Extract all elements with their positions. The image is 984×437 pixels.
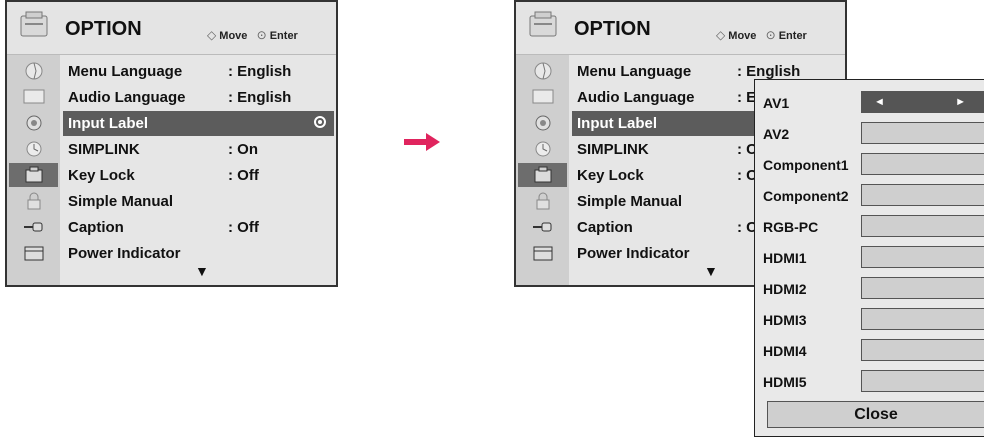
right-arrow-icon[interactable]: ► — [955, 96, 966, 108]
picture-icon[interactable] — [9, 85, 58, 109]
option-icon[interactable] — [9, 163, 58, 187]
menu-items: Menu Language: English Audio Language: E… — [63, 55, 334, 285]
label-field-av2[interactable] — [861, 122, 984, 144]
category-sidebar — [7, 55, 60, 285]
menu-header: OPTION ◇ Move ⊙ Enter — [7, 2, 336, 55]
menu-item-menu-language[interactable]: Menu Language: English — [63, 59, 334, 84]
usb-movie-icon[interactable] — [9, 241, 58, 265]
label-field-hdmi4[interactable] — [861, 339, 984, 361]
menu-item-audio-language[interactable]: Audio Language: English — [63, 85, 334, 110]
menu-item-input-label[interactable]: Input Label — [63, 111, 334, 136]
menu-item-key-lock[interactable]: Key Lock: Off — [63, 163, 334, 188]
option-category-icon — [529, 11, 557, 37]
audio-icon[interactable] — [9, 111, 58, 135]
option-menu-before: OPTION ◇ Move ⊙ Enter Menu Language: Eng… — [5, 0, 338, 287]
time-icon[interactable] — [9, 137, 58, 161]
label-field-component1[interactable] — [861, 153, 984, 175]
scroll-down-icon[interactable]: ▼ — [195, 263, 209, 279]
time-icon[interactable] — [518, 137, 567, 161]
enter-radio-icon — [314, 116, 326, 128]
label-field-component2[interactable] — [861, 184, 984, 206]
input-row-hdmi1[interactable]: HDMI1 — [755, 243, 984, 273]
label-field-hdmi2[interactable] — [861, 277, 984, 299]
menu-title: OPTION — [65, 18, 142, 40]
scroll-down-icon[interactable]: ▼ — [704, 263, 718, 279]
menu-header: OPTION ◇ Move ⊙ Enter — [516, 2, 845, 55]
left-arrow-icon[interactable]: ◄ — [874, 96, 885, 108]
input-row-hdmi4[interactable]: HDMI4 — [755, 336, 984, 366]
input-icon[interactable] — [9, 215, 58, 239]
label-field-rgb-pc[interactable] — [861, 215, 984, 237]
input-row-rgb-pc[interactable]: RGB-PC — [755, 212, 984, 242]
input-row-av2[interactable]: AV2 — [755, 119, 984, 149]
enter-icon: ⊙ — [256, 28, 267, 42]
audio-icon[interactable] — [518, 111, 567, 135]
option-category-icon — [20, 11, 48, 37]
lock-icon[interactable] — [9, 189, 58, 213]
input-row-hdmi3[interactable]: HDMI3 — [755, 305, 984, 335]
setup-icon[interactable] — [9, 59, 58, 83]
menu-title: OPTION — [574, 18, 651, 40]
setup-icon[interactable] — [518, 59, 567, 83]
label-field-hdmi3[interactable] — [861, 308, 984, 330]
move-icon: ◇ — [207, 28, 217, 42]
input-row-hdmi2[interactable]: HDMI2 — [755, 274, 984, 304]
label-selector-av1[interactable]: ◄ ► — [861, 91, 984, 113]
usb-movie-icon[interactable] — [518, 241, 567, 265]
enter-icon: ⊙ — [765, 28, 776, 42]
picture-icon[interactable] — [518, 85, 567, 109]
input-row-component2[interactable]: Component2 — [755, 181, 984, 211]
right-arrow-icon — [404, 133, 440, 151]
label-field-hdmi1[interactable] — [861, 246, 984, 268]
menu-item-simplink[interactable]: SIMPLINK: On — [63, 137, 334, 162]
menu-item-caption[interactable]: Caption: Off — [63, 215, 334, 240]
option-icon[interactable] — [518, 163, 567, 187]
label-field-hdmi5[interactable] — [861, 370, 984, 392]
input-label-popup: AV1 ◄ ► AV2 Component1 Component2 RGB-PC… — [754, 79, 984, 437]
input-icon[interactable] — [518, 215, 567, 239]
lock-icon[interactable] — [518, 189, 567, 213]
category-sidebar — [516, 55, 569, 285]
navigation-hint: ◇ Move ⊙ Enter — [207, 28, 298, 42]
input-row-av1[interactable]: AV1 ◄ ► — [755, 88, 984, 118]
navigation-hint: ◇ Move ⊙ Enter — [716, 28, 807, 42]
move-icon: ◇ — [716, 28, 726, 42]
input-row-hdmi5[interactable]: HDMI5 — [755, 367, 984, 397]
input-row-component1[interactable]: Component1 — [755, 150, 984, 180]
menu-item-simple-manual[interactable]: Simple Manual — [63, 189, 334, 214]
close-button[interactable]: Close — [767, 401, 984, 428]
